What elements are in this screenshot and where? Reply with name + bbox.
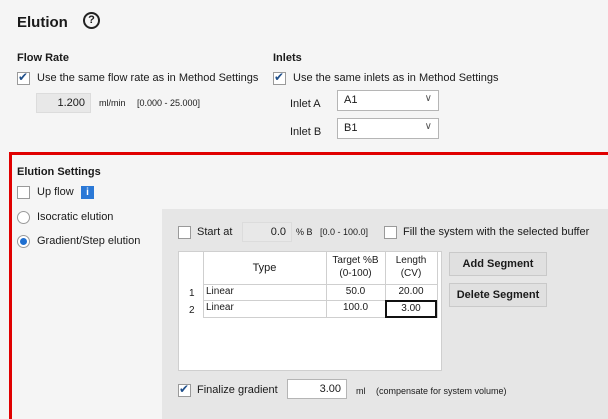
finalize-unit: ml [356, 386, 366, 396]
help-icon[interactable]: ? [83, 12, 100, 29]
gradient-elution-radio[interactable] [17, 235, 30, 248]
page-title: Elution [17, 14, 68, 31]
chevron-down-icon: ∨ [424, 121, 432, 132]
row-index: 2 [189, 305, 195, 316]
flow-rate-unit: ml/min [99, 98, 126, 108]
gradient-elution-label: Gradient/Step elution [37, 235, 141, 247]
same-flow-rate-label: Use the same flow rate as in Method Sett… [37, 72, 259, 84]
inlet-a-select[interactable]: A1 ∨ [337, 90, 439, 111]
info-icon[interactable]: i [81, 186, 94, 199]
start-at-checkbox[interactable] [178, 226, 191, 239]
column-header-target: Target %B [332, 255, 379, 266]
row-length[interactable]: 20.00 [385, 286, 437, 297]
flow-rate-range: [0.000 - 25.000] [137, 98, 201, 108]
chevron-down-icon: ∨ [424, 93, 432, 104]
inlet-b-label: Inlet B [290, 126, 322, 138]
finalize-note: (compensate for system volume) [376, 386, 507, 396]
up-flow-label: Up flow [37, 186, 74, 198]
inlet-b-select[interactable]: B1 ∨ [337, 118, 439, 139]
flow-rate-heading: Flow Rate [17, 52, 69, 64]
column-header-target-range: (0-100) [339, 268, 372, 279]
row-type[interactable]: Linear [206, 302, 234, 313]
add-segment-button[interactable]: Add Segment [449, 252, 547, 276]
row-type[interactable]: Linear [206, 286, 234, 297]
segments-table: Type Target %B (0-100) Length (CV) 1 Lin… [178, 251, 442, 371]
isocratic-elution-label: Isocratic elution [37, 211, 114, 223]
finalize-gradient-field[interactable]: 3.00 [287, 379, 347, 399]
start-at-label: Start at [197, 226, 233, 238]
column-header-length: Length [395, 255, 427, 266]
isocratic-elution-radio[interactable] [17, 211, 30, 224]
up-flow-checkbox[interactable] [17, 186, 30, 199]
same-flow-rate-checkbox[interactable] [17, 70, 30, 85]
finalize-gradient-label: Finalize gradient [197, 384, 278, 396]
start-at-range: [0.0 - 100.0] [320, 227, 369, 237]
row-target[interactable]: 100.0 [326, 302, 385, 313]
flow-rate-field[interactable]: 1.200 [36, 93, 91, 113]
same-inlets-checkbox[interactable] [273, 70, 286, 85]
row-target[interactable]: 50.0 [326, 286, 385, 297]
start-at-unit: % B [296, 227, 313, 237]
inlets-heading: Inlets [273, 52, 302, 64]
column-header-length-unit: (CV) [400, 268, 422, 279]
delete-segment-button[interactable]: Delete Segment [449, 283, 547, 307]
inlet-a-value: A1 [344, 94, 358, 106]
start-at-field[interactable]: 0.0 [242, 222, 292, 242]
row-length-selected[interactable]: 3.00 [385, 300, 437, 318]
inlet-a-label: Inlet A [290, 98, 321, 110]
inlet-b-value: B1 [344, 122, 358, 134]
same-inlets-label: Use the same inlets as in Method Setting… [293, 72, 499, 84]
elution-settings-heading: Elution Settings [17, 166, 101, 178]
finalize-gradient-checkbox[interactable] [178, 382, 191, 397]
fill-system-label: Fill the system with the selected buffer [403, 226, 590, 238]
fill-system-checkbox[interactable] [384, 226, 397, 239]
column-header-type: Type [252, 262, 277, 274]
row-index: 1 [189, 288, 195, 299]
